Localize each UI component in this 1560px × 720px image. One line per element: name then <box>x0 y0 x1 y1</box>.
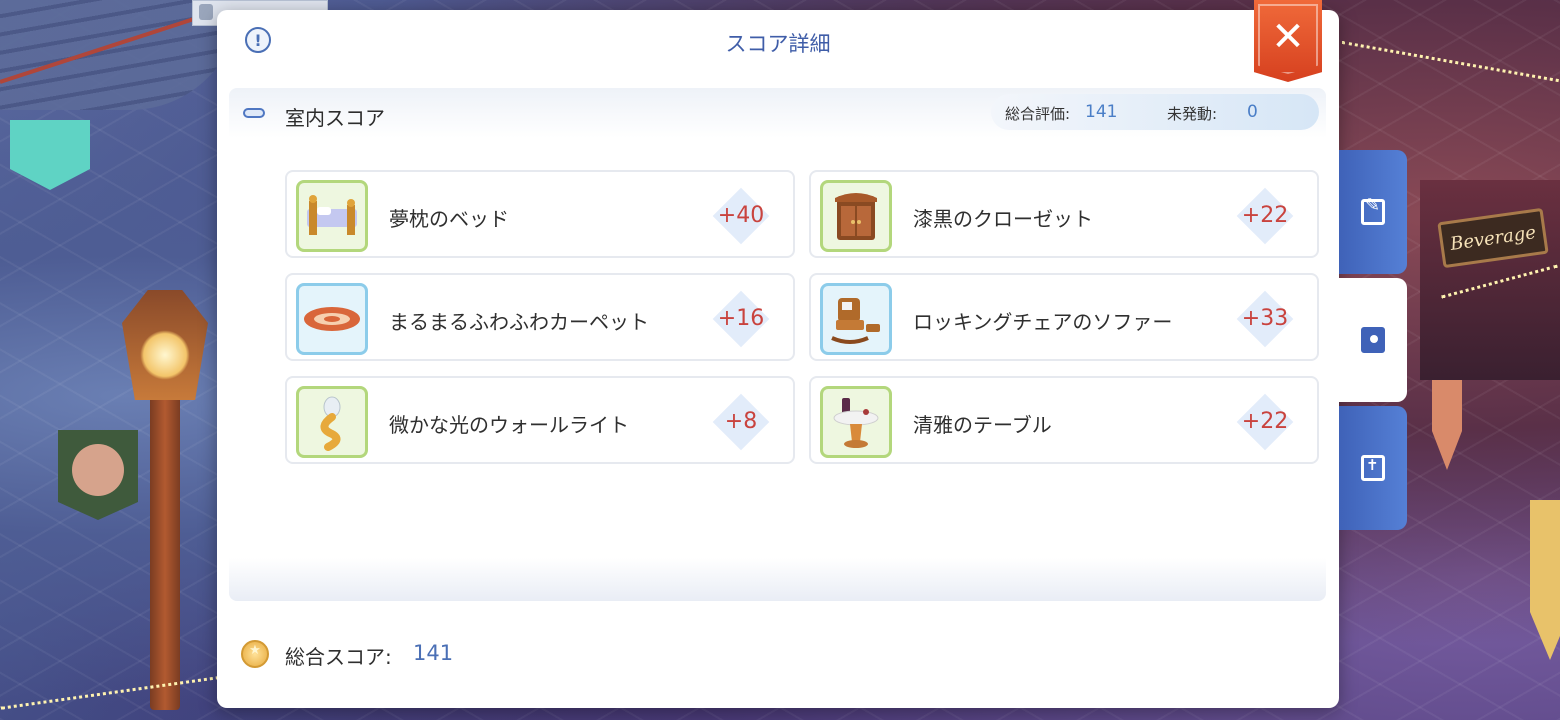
lamp-glow <box>140 330 190 380</box>
total-score-value: 141 <box>413 641 454 665</box>
item-score: +40 <box>717 203 765 228</box>
close-button[interactable]: ✕ <box>1254 0 1322 82</box>
inactive-value: 0 <box>1247 102 1258 122</box>
closet-icon <box>820 180 892 252</box>
edit-icon <box>1361 195 1385 225</box>
score-badge: +40 <box>711 186 771 246</box>
indoor-score-panel: 室内スコア 総合評価: 141 未発動: 0 夢枕のベッド +40 漆黒のクロー… <box>229 88 1326 601</box>
overall-rating-value: 141 <box>1085 102 1118 122</box>
guild-flag <box>58 430 138 520</box>
score-badge: +8 <box>711 392 771 452</box>
item-score: +22 <box>1241 409 1289 434</box>
tab-edit[interactable] <box>1339 150 1407 274</box>
furniture-item[interactable]: 微かな光のウォールライト +8 <box>285 376 795 464</box>
rocking-chair-icon <box>820 283 892 355</box>
contact-book-icon <box>1361 327 1385 353</box>
item-score: +8 <box>724 409 758 434</box>
section-header[interactable]: 室内スコア 総合評価: 141 未発動: 0 <box>229 88 1326 140</box>
collapse-icon[interactable] <box>243 108 265 118</box>
furniture-item[interactable]: 漆黒のクローゼット +22 <box>809 170 1319 258</box>
tab-scripture[interactable] <box>1339 406 1407 530</box>
document-icon <box>199 4 213 20</box>
item-name: 微かな光のウォールライト <box>389 413 629 437</box>
dialog-title: スコア詳細 <box>725 32 831 56</box>
furniture-item[interactable]: 清雅のテーブル +22 <box>809 376 1319 464</box>
score-badge: +22 <box>1235 186 1295 246</box>
item-name: ロッキングチェアのソファー <box>913 310 1173 334</box>
item-name: まるまるふわふわカーペット <box>389 310 649 334</box>
furniture-item[interactable]: ロッキングチェアのソファー +33 <box>809 273 1319 361</box>
tab-contact-book[interactable] <box>1339 278 1407 402</box>
score-badge: +33 <box>1235 289 1295 349</box>
item-score: +16 <box>717 306 765 331</box>
close-icon: ✕ <box>1271 14 1305 60</box>
inactive-label: 未発動: <box>1167 105 1218 123</box>
item-name: 漆黒のクローゼット <box>913 207 1093 231</box>
score-badge: +16 <box>711 289 771 349</box>
dialog-header: ! スコア詳細 ✕ <box>217 0 1339 82</box>
furniture-item[interactable]: まるまるふわふわカーペット +16 <box>285 273 795 361</box>
score-detail-dialog: ! スコア詳細 ✕ 室内スコア 総合評価: 141 未発動: 0 夢枕のベッド <box>217 0 1339 708</box>
bed-icon <box>296 180 368 252</box>
score-badge: +22 <box>1235 392 1295 452</box>
item-name: 清雅のテーブル <box>913 413 1052 437</box>
scripture-icon <box>1361 455 1385 481</box>
wall-light-icon <box>296 386 368 458</box>
item-name: 夢枕のベッド <box>389 207 509 231</box>
furniture-item[interactable]: 夢枕のベッド +40 <box>285 170 795 258</box>
item-score: +33 <box>1241 306 1289 331</box>
overall-rating-label: 総合評価: <box>1005 105 1071 123</box>
total-score-label: 総合スコア: <box>285 645 392 669</box>
item-score: +22 <box>1241 203 1289 228</box>
table-icon <box>820 386 892 458</box>
score-summary: 総合評価: 141 未発動: 0 <box>991 94 1319 130</box>
carpet-icon <box>296 283 368 355</box>
medal-icon <box>241 640 269 668</box>
section-title: 室内スコア <box>285 106 385 130</box>
